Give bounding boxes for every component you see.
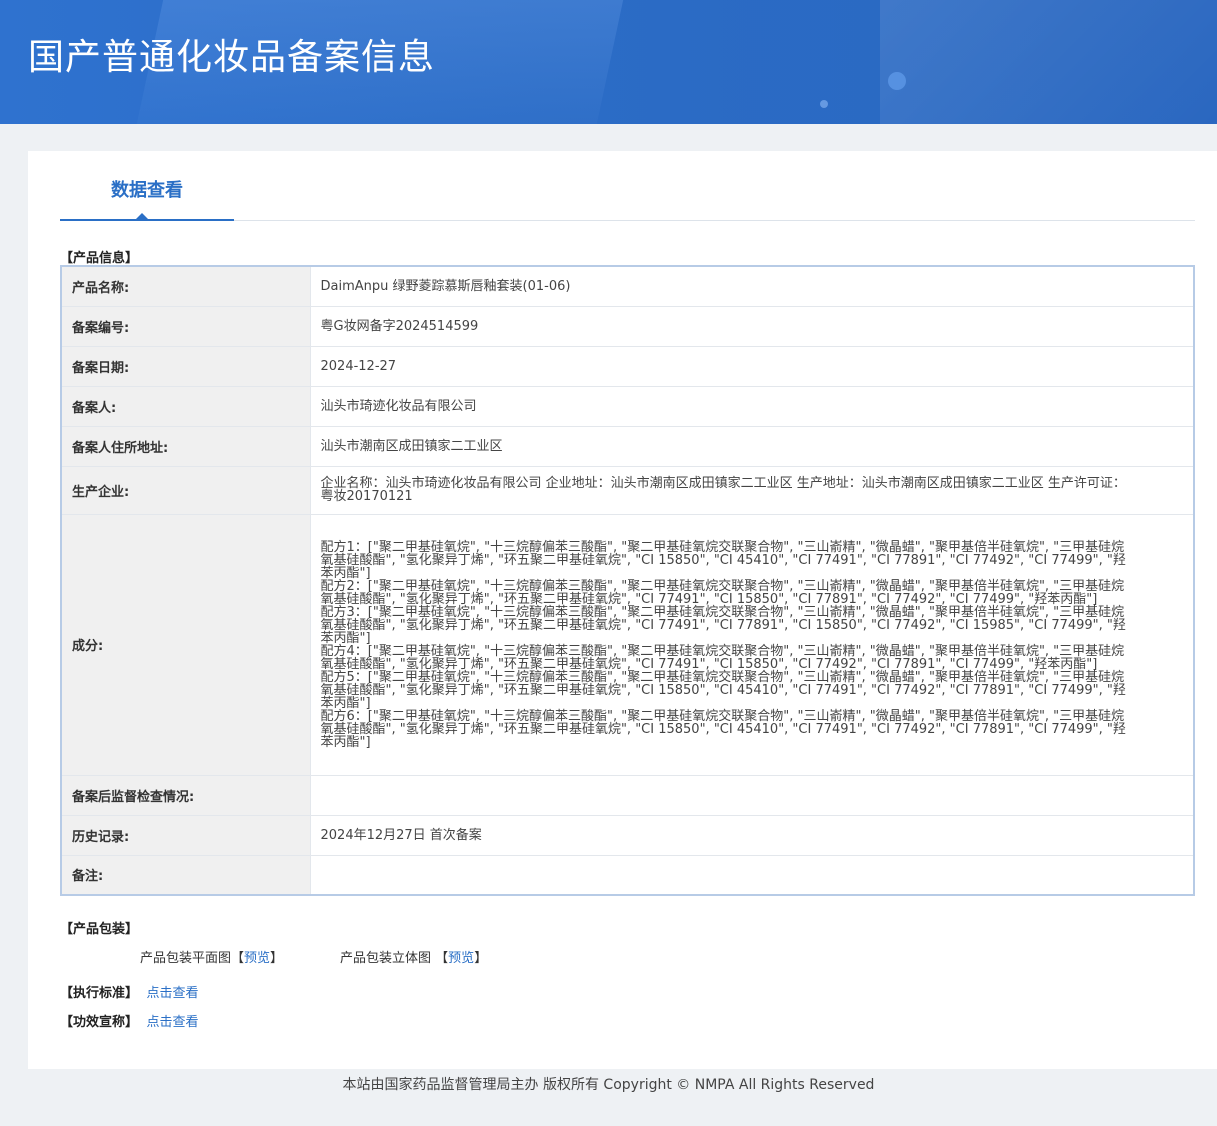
packaging-title: 【产品包装】 (60, 922, 139, 937)
manufacturer-value: 企业名称：汕头市琦迹化妆品有限公司 企业地址：汕头市潮南区成田镇家二工业区 生产… (309, 465, 1195, 515)
registrant-value: 汕头市琦迹化妆品有限公司 (309, 385, 1195, 427)
formula-item: 配方4：["聚二甲基硅氧烷", "十三烷醇偏苯三酸酯", "聚二甲基硅氧烷交联聚… (320, 643, 1125, 672)
formula-item: 配方6：["聚二甲基硅氧烷", "十三烷醇偏苯三酸酯", "聚二甲基硅氧烷交联聚… (320, 708, 1126, 750)
efficacy-view-link[interactable]: 点击查看 (147, 1015, 199, 1030)
table-row: 生产企业: 企业名称：汕头市琦迹化妆品有限公司 企业地址：汕头市潮南区成田镇家二… (60, 465, 1195, 515)
registration-number-value: 粤G妆网备字2024514599 (309, 305, 1195, 347)
efficacy-row: 【功效宣称】 点击查看 (60, 1011, 199, 1030)
row-label: 备案日期: (60, 345, 311, 387)
solid-preview-link[interactable]: 预览 (448, 951, 474, 966)
bracket-close: 】 (474, 951, 488, 966)
table-row: 历史记录: 2024年12月27日 首次备案 (60, 814, 1195, 856)
standard-view-link[interactable]: 点击查看 (147, 986, 199, 1001)
row-label: 生产企业: (60, 465, 311, 515)
packaging-solid-label: 产品包装立体图 (340, 951, 432, 966)
table-row: 备案编号: 粤G妆网备字2024514599 (60, 305, 1195, 347)
history-value: 2024年12月27日 首次备案 (309, 814, 1195, 856)
header-decoration (880, 0, 1217, 124)
row-label: 备案人住所地址: (60, 425, 311, 467)
table-row: 备案人: 汕头市琦迹化妆品有限公司 (60, 385, 1195, 427)
page-title: 国产普通化妆品备案信息 (28, 37, 436, 78)
row-label: 成分: (60, 513, 311, 776)
ingredients-value: 配方1：["聚二甲基硅氧烷", "十三烷醇偏苯三酸酯", "聚二甲基硅氧烷交联聚… (309, 513, 1195, 776)
efficacy-title: 【功效宣称】 (60, 1015, 139, 1030)
table-row: 备案日期: 2024-12-27 (60, 345, 1195, 387)
row-label: 备案人: (60, 385, 311, 427)
tab-bar: 数据查看 (60, 151, 1195, 221)
table-row: 备注: (60, 854, 1195, 896)
table-row: 产品名称: DaimAnpu 绿野菱踪慕斯唇釉套装(01-06) (60, 265, 1195, 307)
footer-copyright: 本站由国家药品监督管理局主办 版权所有 Copyright © NMPA All… (342, 1077, 875, 1093)
header-decoration (820, 100, 828, 108)
formula-item: 配方2：["聚二甲基硅氧烷", "十三烷醇偏苯三酸酯", "聚二甲基硅氧烷交联聚… (320, 578, 1125, 607)
table-row: 备案人住所地址: 汕头市潮南区成田镇家二工业区 (60, 425, 1195, 467)
caret-up-icon (136, 213, 148, 219)
page-header: 国产普通化妆品备案信息 (0, 0, 1217, 124)
bracket-close: 】 (270, 951, 284, 966)
registration-date-value: 2024-12-27 (309, 345, 1195, 387)
row-label: 备案编号: (60, 305, 311, 347)
bracket-open: 【 (231, 951, 245, 966)
table-row: 备案后监督检查情况: (60, 774, 1195, 816)
remarks-value (309, 854, 1195, 896)
packaging-solid: 产品包装立体图 【预览】 (340, 947, 487, 966)
header-decoration (888, 72, 906, 90)
standard-title: 【执行标准】 (60, 986, 139, 1001)
row-label: 备注: (60, 854, 311, 896)
tab-data-view[interactable]: 数据查看 (60, 151, 234, 221)
packaging-flat-label: 产品包装平面图 (140, 951, 232, 966)
row-label: 产品名称: (60, 265, 311, 307)
inspection-value (309, 774, 1195, 816)
standard-row: 【执行标准】 点击查看 (60, 982, 199, 1001)
packaging-flat: 产品包装平面图【预览】 (140, 947, 283, 966)
product-info-title: 【产品信息】 (60, 251, 139, 266)
row-label: 历史记录: (60, 814, 311, 856)
tab-label: 数据查看 (111, 180, 183, 201)
flat-preview-link[interactable]: 预览 (244, 951, 270, 966)
row-label: 备案后监督检查情况: (60, 774, 311, 816)
registrant-address-value: 汕头市潮南区成田镇家二工业区 (309, 425, 1195, 467)
formula-item: 配方1：["聚二甲基硅氧烷", "十三烷醇偏苯三酸酯", "聚二甲基硅氧烷交联聚… (320, 539, 1126, 581)
product-info-table: 产品名称: DaimAnpu 绿野菱踪慕斯唇釉套装(01-06) 备案编号: 粤… (60, 265, 1195, 896)
product-name-value: DaimAnpu 绿野菱踪慕斯唇釉套装(01-06) (309, 265, 1195, 307)
bracket-open: 【 (435, 951, 449, 966)
formula-item: 配方3：["聚二甲基硅氧烷", "十三烷醇偏苯三酸酯", "聚二甲基硅氧烷交联聚… (320, 604, 1126, 646)
formula-item: 配方5：["聚二甲基硅氧烷", "十三烷醇偏苯三酸酯", "聚二甲基硅氧烷交联聚… (320, 669, 1126, 711)
content-card: 数据查看 【产品信息】 产品名称: DaimAnpu 绿野菱踪慕斯唇釉套装(01… (28, 151, 1217, 1069)
table-row: 成分: 配方1：["聚二甲基硅氧烷", "十三烷醇偏苯三酸酯", "聚二甲基硅氧… (60, 513, 1195, 776)
